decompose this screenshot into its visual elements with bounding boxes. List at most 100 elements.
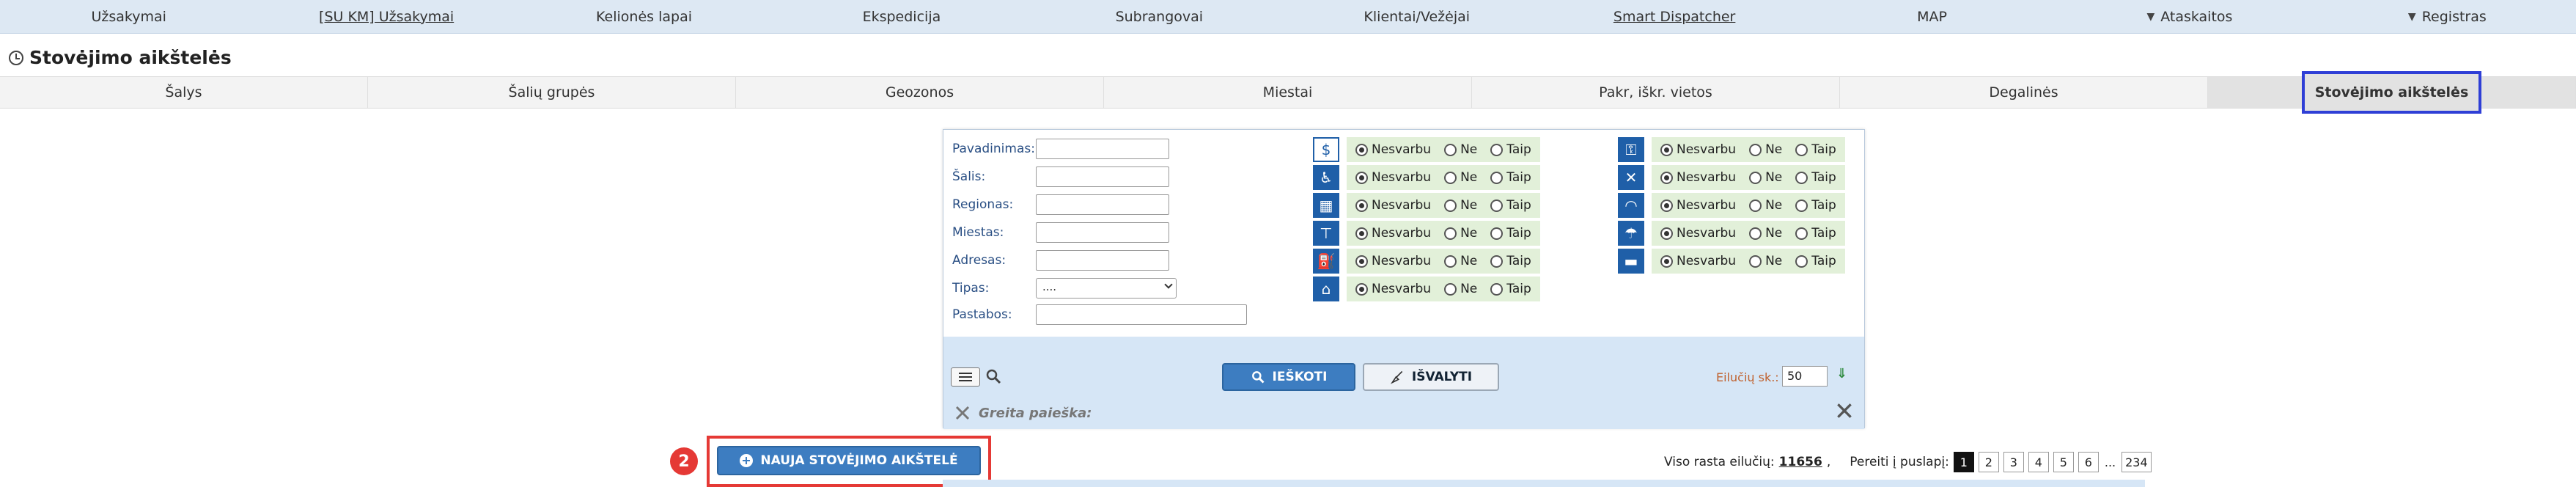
facility-row-bed: ▬ Nesvarbu Ne Taip bbox=[1618, 249, 1845, 274]
option-nesvarbu[interactable]: Nesvarbu bbox=[1660, 142, 1736, 157]
option-nesvarbu[interactable]: Nesvarbu bbox=[1355, 254, 1431, 268]
tipas-select[interactable]: .... bbox=[1036, 278, 1177, 299]
menu-item-kelliones-lapai[interactable]: Kelionės lapai bbox=[515, 0, 773, 33]
option-taip[interactable]: Taip bbox=[1795, 142, 1836, 157]
tab-salys[interactable]: Šalys bbox=[0, 77, 368, 108]
tab-stovejimo-aikseles[interactable]: Stovėjimo aikštelės bbox=[2208, 71, 2576, 114]
option-nesvarbu[interactable]: Nesvarbu bbox=[1660, 226, 1736, 241]
option-ne[interactable]: Ne bbox=[1749, 254, 1782, 268]
menu-item-ataskaitos[interactable]: ▼ Ataskaitos bbox=[2061, 0, 2318, 33]
new-button-label: NAUJA STOVĖJIMO AIKŠTELĖ bbox=[760, 453, 958, 468]
facility-row-lighting: ⊤ Nesvarbu Ne Taip bbox=[1313, 221, 1540, 246]
menu-item-smart-dispatcher[interactable]: Smart Dispatcher bbox=[1545, 0, 1803, 33]
menu-item-uzsakymai[interactable]: Užsakymai bbox=[0, 0, 257, 33]
facility-row-security: ⚿ Nesvarbu Ne Taip bbox=[1618, 137, 1845, 162]
new-parking-lot-button[interactable]: NAUJA STOVĖJIMO AIKŠTELĖ bbox=[717, 446, 981, 475]
option-taip[interactable]: Taip bbox=[1490, 226, 1531, 241]
clear-button[interactable]: IŠVALYTI bbox=[1363, 363, 1499, 391]
broom-icon bbox=[1390, 370, 1403, 384]
tab-geozonos[interactable]: Geozonos bbox=[736, 77, 1104, 108]
option-ne[interactable]: Ne bbox=[1749, 226, 1782, 241]
menu-label: Ataskaitos bbox=[2160, 8, 2233, 25]
option-ne[interactable]: Ne bbox=[1749, 142, 1782, 157]
option-ne[interactable]: Ne bbox=[1444, 254, 1477, 268]
option-label: Taip bbox=[1506, 142, 1531, 157]
radio-icon bbox=[1355, 143, 1368, 156]
option-ne[interactable]: Ne bbox=[1444, 226, 1477, 241]
option-ne[interactable]: Ne bbox=[1749, 198, 1782, 213]
tools-icon[interactable] bbox=[1835, 401, 1854, 420]
page-1[interactable]: 1 bbox=[1953, 452, 1974, 472]
radio-icon bbox=[1355, 282, 1368, 296]
plus-icon bbox=[740, 454, 754, 467]
radio-icon bbox=[1795, 171, 1808, 184]
wifi-icon: ◠ bbox=[1618, 193, 1644, 218]
zoom-icon[interactable] bbox=[985, 367, 1002, 385]
pastabos-input[interactable] bbox=[1036, 304, 1247, 325]
salis-input[interactable] bbox=[1036, 166, 1169, 187]
menu-item-klientai-vezejai[interactable]: Klientai/Vežėjai bbox=[1288, 0, 1545, 33]
regionas-input[interactable] bbox=[1036, 194, 1169, 215]
dropdown-triangle-icon: ▼ bbox=[2407, 10, 2416, 23]
option-nesvarbu[interactable]: Nesvarbu bbox=[1355, 226, 1431, 241]
option-nesvarbu[interactable]: Nesvarbu bbox=[1355, 170, 1431, 185]
page-last[interactable]: 234 bbox=[2121, 452, 2152, 472]
fuel-icon: ⛽ bbox=[1313, 249, 1339, 274]
option-taip[interactable]: Taip bbox=[1490, 198, 1531, 213]
option-taip[interactable]: Taip bbox=[1490, 282, 1531, 296]
menu-item-subrangovai[interactable]: Subrangovai bbox=[1031, 0, 1288, 33]
tab-degalines[interactable]: Degalinės bbox=[1840, 77, 2208, 108]
adresas-input[interactable] bbox=[1036, 250, 1169, 271]
menu-item-su-km-uzsakymai[interactable]: [SU KM] Užsakymai bbox=[257, 0, 515, 33]
option-nesvarbu[interactable]: Nesvarbu bbox=[1355, 282, 1431, 296]
facility-row-repair: ✕ Nesvarbu Ne Taip bbox=[1618, 165, 1845, 190]
page-4[interactable]: 4 bbox=[2028, 452, 2049, 472]
list-view-icon[interactable] bbox=[951, 367, 980, 387]
option-taip[interactable]: Taip bbox=[1490, 254, 1531, 268]
miestas-input[interactable] bbox=[1036, 222, 1169, 243]
option-nesvarbu[interactable]: Nesvarbu bbox=[1660, 254, 1736, 268]
option-ne[interactable]: Ne bbox=[1444, 170, 1477, 185]
option-label: Nesvarbu bbox=[1372, 282, 1432, 296]
option-nesvarbu[interactable]: Nesvarbu bbox=[1660, 198, 1736, 213]
page-6[interactable]: 6 bbox=[2078, 452, 2099, 472]
page-2[interactable]: 2 bbox=[1978, 452, 1999, 472]
menu-item-registras[interactable]: ▼ Registras bbox=[2319, 0, 2576, 33]
option-nesvarbu[interactable]: Nesvarbu bbox=[1355, 142, 1431, 157]
sort-za-icon[interactable]: ⇓ bbox=[1836, 366, 1847, 381]
menu-label: Registras bbox=[2421, 8, 2487, 25]
option-label: Ne bbox=[1765, 142, 1783, 157]
option-taip[interactable]: Taip bbox=[1490, 170, 1531, 185]
option-taip[interactable]: Taip bbox=[1795, 254, 1836, 268]
option-label: Taip bbox=[1506, 254, 1531, 268]
option-ne[interactable]: Ne bbox=[1444, 198, 1477, 213]
rows-per-page-input[interactable]: 50 bbox=[1782, 366, 1828, 387]
menu-item-map[interactable]: MAP bbox=[1803, 0, 2061, 33]
option-taip[interactable]: Taip bbox=[1795, 198, 1836, 213]
option-ne[interactable]: Ne bbox=[1444, 142, 1477, 157]
page-5[interactable]: 5 bbox=[2053, 452, 2074, 472]
tab-saliu-grupes[interactable]: Šalių grupės bbox=[368, 77, 736, 108]
money-icon: $ bbox=[1313, 137, 1339, 162]
search-button[interactable]: IEŠKOTI bbox=[1222, 363, 1355, 391]
option-ne[interactable]: Ne bbox=[1444, 282, 1477, 296]
house-icon: ⌂ bbox=[1313, 277, 1339, 301]
radio-icon bbox=[1660, 171, 1673, 184]
option-taip[interactable]: Taip bbox=[1490, 142, 1531, 157]
option-taip[interactable]: Taip bbox=[1795, 170, 1836, 185]
option-taip[interactable]: Taip bbox=[1795, 226, 1836, 241]
page-title-row: Stovėjimo aikštelės bbox=[9, 47, 232, 68]
tab-miestai[interactable]: Miestai bbox=[1104, 77, 1472, 108]
tab-pakr-iskr-vietos[interactable]: Pakr, iškr. vietos bbox=[1472, 77, 1840, 108]
page-3[interactable]: 3 bbox=[2003, 452, 2024, 472]
facility-options: Nesvarbu Ne Taip bbox=[1652, 221, 1845, 246]
menu-item-ekspedicija[interactable]: Ekspedicija bbox=[773, 0, 1030, 33]
tools-icon bbox=[955, 406, 970, 420]
total-count[interactable]: 11656 bbox=[1779, 455, 1822, 469]
option-nesvarbu[interactable]: Nesvarbu bbox=[1660, 170, 1736, 185]
option-label: Taip bbox=[1811, 198, 1836, 213]
option-nesvarbu[interactable]: Nesvarbu bbox=[1355, 198, 1431, 213]
pavadinimas-input[interactable] bbox=[1036, 139, 1169, 159]
radio-icon bbox=[1444, 199, 1457, 212]
option-ne[interactable]: Ne bbox=[1749, 170, 1782, 185]
